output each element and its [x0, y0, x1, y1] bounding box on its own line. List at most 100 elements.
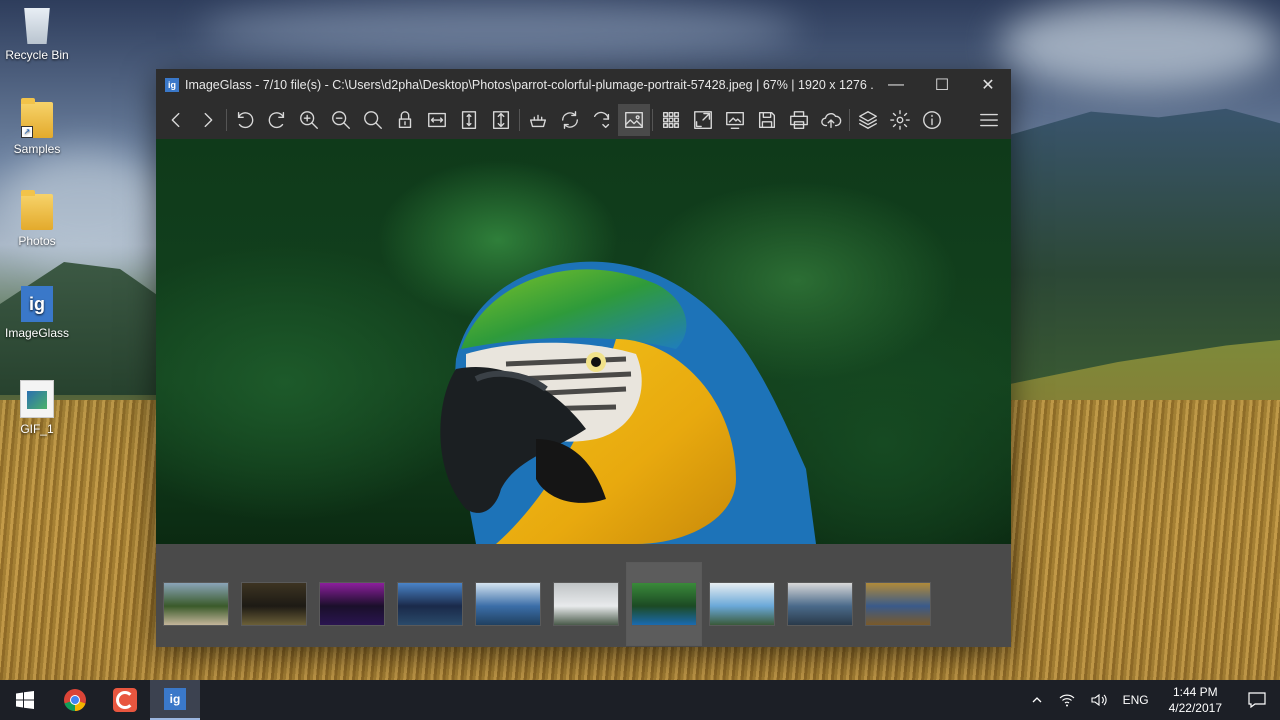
recorder-app-icon	[113, 688, 137, 712]
close-button[interactable]: ✕	[965, 69, 1011, 101]
about-button[interactable]	[916, 104, 948, 136]
chevron-left-icon	[171, 112, 180, 128]
rotate-right-button[interactable]	[261, 104, 293, 136]
shortcut-arrow-icon: ↗	[21, 126, 33, 138]
taskbar-imageglass[interactable]: ig	[150, 680, 200, 720]
grid-icon	[662, 111, 680, 129]
chrome-icon	[64, 689, 86, 712]
edit-image-icon	[529, 114, 547, 128]
go-to-icon	[593, 111, 610, 129]
parrot-image	[440, 261, 816, 544]
folder-icon	[21, 190, 53, 230]
network-button[interactable]	[1051, 680, 1083, 720]
scale-to-fit-button[interactable]	[357, 104, 389, 136]
recycle-bin-icon	[24, 8, 50, 44]
upload-button[interactable]	[815, 104, 847, 136]
thumbnail-bar-button[interactable]	[655, 104, 687, 136]
imageglass-window: ig ImageGlass - 7/10 file(s) - C:\Users\…	[156, 69, 1011, 647]
desktop-cloud	[1000, 0, 1280, 90]
lock-icon	[398, 111, 412, 129]
lock-zoom-button[interactable]	[389, 104, 421, 136]
chevron-up-icon	[1032, 697, 1042, 703]
title-bar[interactable]: ig ImageGlass - 7/10 file(s) - C:\Users\…	[156, 69, 1011, 101]
auto-zoom-button[interactable]	[618, 104, 650, 136]
refresh-icon	[561, 111, 579, 129]
start-button[interactable]	[0, 680, 50, 720]
rotate-left-button[interactable]	[229, 104, 261, 136]
plugins-button[interactable]	[852, 104, 884, 136]
input-language-button[interactable]: ENG	[1115, 680, 1157, 720]
cloud-upload-icon	[821, 113, 842, 129]
toolbar-separator	[849, 109, 850, 131]
slideshow-icon	[726, 111, 744, 129]
toolbar-separator	[652, 109, 653, 131]
thumbnail-item[interactable]	[319, 582, 385, 626]
desktop-icon-label: Recycle Bin	[5, 48, 69, 62]
gear-icon	[890, 110, 910, 130]
desktop-icon-imageglass[interactable]: ig ImageGlass	[0, 286, 74, 340]
thumbnail-item[interactable]	[709, 582, 775, 626]
info-icon	[923, 111, 941, 129]
desktop-icon-photos[interactable]: Photos	[0, 190, 74, 248]
folder-icon: ↗	[21, 98, 53, 138]
clock-date: 4/22/2017	[1168, 701, 1222, 715]
desktop-icon-recycle-bin[interactable]: Recycle Bin	[0, 8, 74, 62]
thumbnail-item[interactable]	[241, 582, 307, 626]
imageglass-app-icon: ig	[21, 286, 53, 322]
fit-width-button[interactable]	[421, 104, 453, 136]
layers-icon	[859, 111, 877, 129]
taskbar-screen-recorder[interactable]	[100, 680, 150, 720]
show-hidden-icons-button[interactable]	[1023, 680, 1051, 720]
thumbnail-item[interactable]	[397, 582, 463, 626]
desktop-icon-label: Photos	[18, 234, 56, 248]
save-icon	[758, 111, 776, 129]
app-icon[interactable]: ig	[165, 78, 179, 92]
image-editing-button[interactable]	[522, 104, 554, 136]
windows-logo-icon	[16, 691, 34, 709]
taskbar: ig ENG 1:44 PM 4/22/2017	[0, 680, 1280, 720]
print-button[interactable]	[783, 104, 815, 136]
image-icon	[625, 111, 643, 129]
maximize-button[interactable]: ☐	[919, 69, 965, 101]
zoom-out-icon	[332, 111, 350, 129]
taskbar-chrome[interactable]	[50, 680, 100, 720]
speaker-icon	[1091, 693, 1107, 707]
desktop-icon-label: GIF_1	[20, 422, 54, 436]
previous-image-button[interactable]	[160, 104, 192, 136]
image-viewer[interactable]	[156, 139, 1011, 544]
notification-icon	[1248, 692, 1266, 708]
magnifier-icon	[364, 111, 382, 129]
go-to-image-button[interactable]	[586, 104, 618, 136]
fullscreen-button[interactable]	[687, 104, 719, 136]
settings-button[interactable]	[884, 104, 916, 136]
zoom-in-button[interactable]	[293, 104, 325, 136]
image-file-icon	[20, 380, 54, 418]
clock-button[interactable]: 1:44 PM 4/22/2017	[1157, 684, 1234, 716]
save-button[interactable]	[751, 104, 783, 136]
thumbnail-item[interactable]	[475, 582, 541, 626]
fit-height-icon	[461, 111, 477, 129]
refresh-button[interactable]	[554, 104, 586, 136]
toolbar-separator	[226, 109, 227, 131]
thumbnail-item[interactable]	[787, 582, 853, 626]
desktop-icon-samples[interactable]: ↗ Samples	[0, 98, 74, 156]
main-menu-button[interactable]	[973, 104, 1005, 136]
thumbnail-item[interactable]	[631, 582, 697, 626]
slideshow-button[interactable]	[719, 104, 751, 136]
thumbnail-item[interactable]	[865, 582, 931, 626]
hamburger-menu-icon	[980, 113, 998, 127]
zoom-out-button[interactable]	[325, 104, 357, 136]
system-tray: ENG 1:44 PM 4/22/2017	[1023, 680, 1280, 720]
volume-button[interactable]	[1083, 680, 1115, 720]
fit-height-button[interactable]	[453, 104, 485, 136]
minimize-button[interactable]: —	[873, 69, 919, 101]
desktop-cloud	[200, 0, 800, 60]
desktop-icon-gif[interactable]: GIF_1	[0, 380, 74, 436]
scale-to-fill-button[interactable]	[485, 104, 517, 136]
next-image-button[interactable]	[192, 104, 224, 136]
fullscreen-icon	[694, 111, 712, 129]
thumbnail-item[interactable]	[553, 582, 619, 626]
action-center-button[interactable]	[1234, 680, 1280, 720]
toolbar	[156, 101, 1011, 139]
thumbnail-item[interactable]	[163, 582, 229, 626]
